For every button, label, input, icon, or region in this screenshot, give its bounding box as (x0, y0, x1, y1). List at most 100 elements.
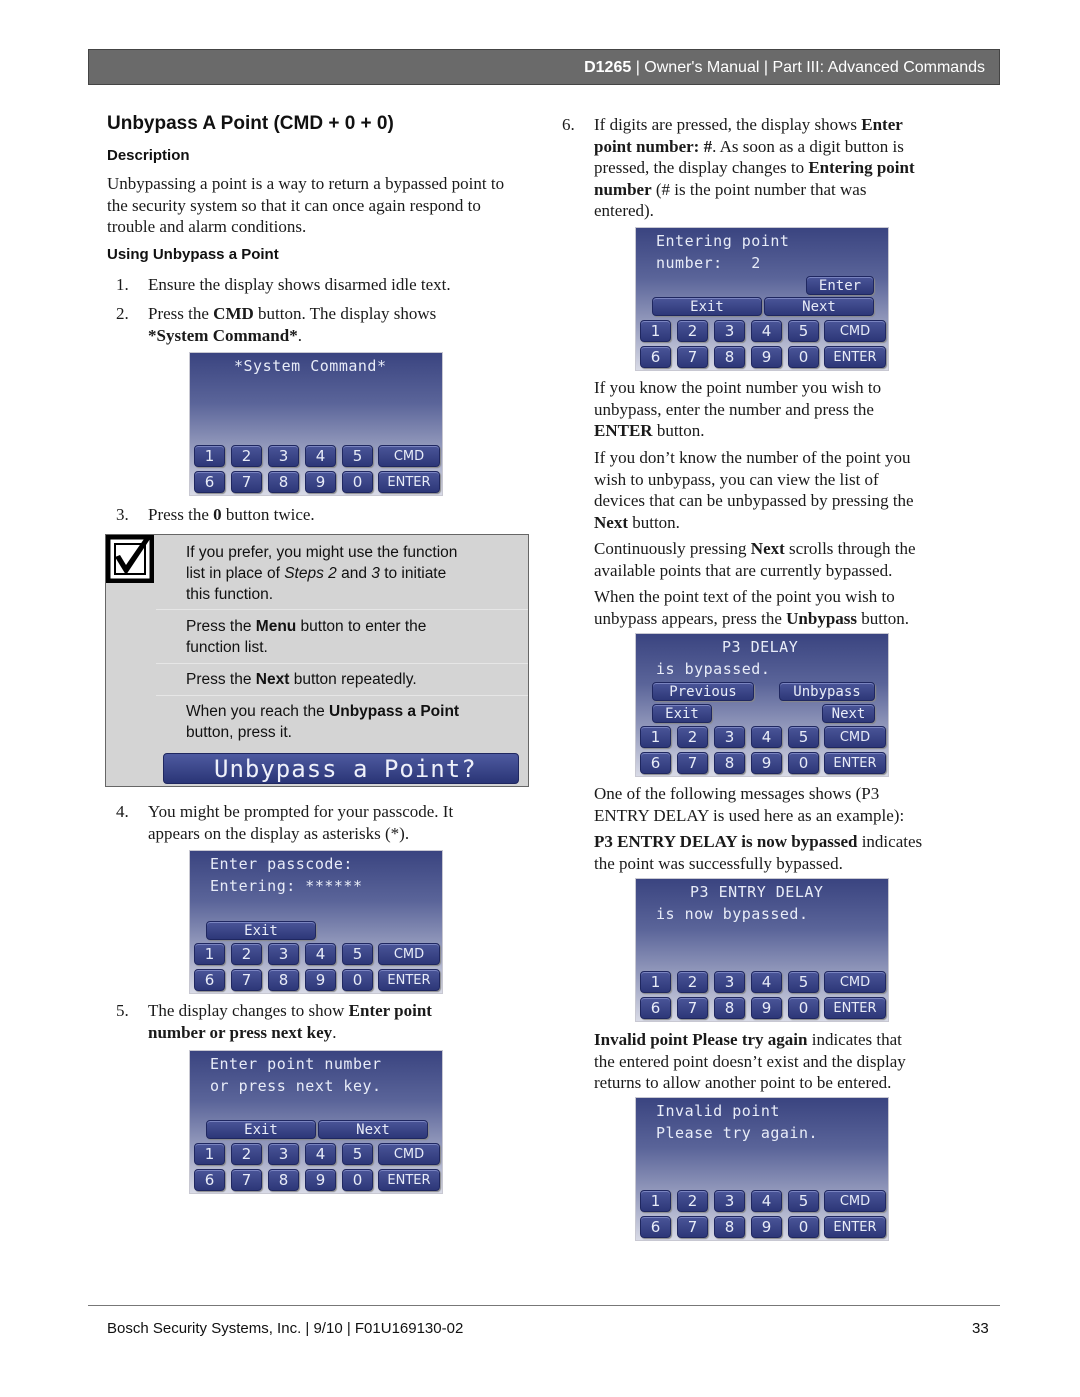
key-3[interactable]: 3 (268, 1143, 299, 1165)
key-6[interactable]: 6 (194, 471, 225, 493)
key-4[interactable]: 4 (751, 971, 782, 993)
cmd-key[interactable]: CMD (824, 1190, 886, 1212)
key-4[interactable]: 4 (751, 726, 782, 748)
enter-key[interactable]: ENTER (378, 471, 440, 493)
key-2[interactable]: 2 (231, 445, 262, 467)
text: function list. (186, 639, 268, 656)
text: . As soon as a digit button is (712, 136, 904, 156)
key-1[interactable]: 1 (640, 1190, 671, 1212)
key-9[interactable]: 9 (305, 471, 336, 493)
cmd-key[interactable]: CMD (824, 726, 886, 748)
key-6[interactable]: 6 (640, 997, 671, 1019)
text: button. (652, 421, 705, 440)
key-0[interactable]: 0 (788, 1216, 819, 1238)
previous-button[interactable]: Previous (652, 682, 754, 701)
key-3[interactable]: 3 (714, 971, 745, 993)
key-5[interactable]: 5 (342, 445, 373, 467)
key-1[interactable]: 1 (194, 1143, 225, 1165)
key-0[interactable]: 0 (788, 346, 819, 368)
enter-soft-button[interactable]: Enter (806, 276, 874, 295)
key-0[interactable]: 0 (788, 997, 819, 1019)
key-3[interactable]: 3 (714, 1190, 745, 1212)
key-2[interactable]: 2 (677, 1190, 708, 1212)
cmd-key[interactable]: CMD (378, 943, 440, 965)
key-2[interactable]: 2 (231, 943, 262, 965)
key-3[interactable]: 3 (268, 943, 299, 965)
key-1[interactable]: 1 (640, 726, 671, 748)
enter-key[interactable]: ENTER (824, 752, 886, 774)
key-0[interactable]: 0 (342, 471, 373, 493)
enter-key[interactable]: ENTER (824, 997, 886, 1019)
key-7[interactable]: 7 (677, 346, 708, 368)
cmd-key[interactable]: CMD (378, 1143, 440, 1165)
cmd-key[interactable]: CMD (378, 445, 440, 467)
key-3[interactable]: 3 (714, 320, 745, 342)
key-5[interactable]: 5 (342, 1143, 373, 1165)
key-9[interactable]: 9 (305, 1169, 336, 1191)
key-7[interactable]: 7 (231, 969, 262, 991)
key-5[interactable]: 5 (788, 971, 819, 993)
key-6[interactable]: 6 (640, 346, 671, 368)
key-3[interactable]: 3 (268, 445, 299, 467)
key-5[interactable]: 5 (788, 1190, 819, 1212)
exit-button[interactable]: Exit (206, 1120, 316, 1139)
key-5[interactable]: 5 (342, 943, 373, 965)
key-8[interactable]: 8 (714, 1216, 745, 1238)
key-9[interactable]: 9 (751, 346, 782, 368)
enter-key[interactable]: ENTER (378, 969, 440, 991)
key-1[interactable]: 1 (194, 943, 225, 965)
key-2[interactable]: 2 (677, 971, 708, 993)
key-8[interactable]: 8 (268, 969, 299, 991)
cmd-key[interactable]: CMD (824, 971, 886, 993)
enter-key[interactable]: ENTER (378, 1169, 440, 1191)
key-2[interactable]: 2 (677, 726, 708, 748)
key-6[interactable]: 6 (640, 752, 671, 774)
key-6[interactable]: 6 (194, 1169, 225, 1191)
key-1[interactable]: 1 (194, 445, 225, 467)
key-4[interactable]: 4 (305, 445, 336, 467)
exit-button[interactable]: Exit (652, 704, 712, 723)
key-8[interactable]: 8 (268, 471, 299, 493)
key-2[interactable]: 2 (677, 320, 708, 342)
next-button[interactable]: Next (822, 704, 875, 723)
key-8[interactable]: 8 (714, 997, 745, 1019)
key-6[interactable]: 6 (640, 1216, 671, 1238)
key-8[interactable]: 8 (268, 1169, 299, 1191)
exit-button[interactable]: Exit (652, 297, 762, 316)
key-5[interactable]: 5 (788, 726, 819, 748)
key-4[interactable]: 4 (305, 943, 336, 965)
key-9[interactable]: 9 (751, 997, 782, 1019)
key-0[interactable]: 0 (342, 969, 373, 991)
next-button[interactable]: Next (318, 1120, 428, 1139)
key-7[interactable]: 7 (677, 997, 708, 1019)
unbypass-a-point-button[interactable]: Unbypass a Point? (163, 753, 519, 784)
enter-key[interactable]: ENTER (824, 346, 886, 368)
key-9[interactable]: 9 (751, 1216, 782, 1238)
key-4[interactable]: 4 (751, 1190, 782, 1212)
key-4[interactable]: 4 (305, 1143, 336, 1165)
next-button[interactable]: Next (764, 297, 874, 316)
key-5[interactable]: 5 (788, 320, 819, 342)
key-3[interactable]: 3 (714, 726, 745, 748)
enter-key[interactable]: ENTER (824, 1216, 886, 1238)
key-7[interactable]: 7 (677, 1216, 708, 1238)
key-9[interactable]: 9 (751, 752, 782, 774)
key-0[interactable]: 0 (342, 1169, 373, 1191)
key-7[interactable]: 7 (231, 1169, 262, 1191)
key-9[interactable]: 9 (305, 969, 336, 991)
key-7[interactable]: 7 (231, 471, 262, 493)
key-4[interactable]: 4 (751, 320, 782, 342)
text: this function. (186, 586, 274, 603)
key-1[interactable]: 1 (640, 320, 671, 342)
key-8[interactable]: 8 (714, 752, 745, 774)
key-7[interactable]: 7 (677, 752, 708, 774)
text: indicates (857, 832, 923, 851)
key-2[interactable]: 2 (231, 1143, 262, 1165)
key-1[interactable]: 1 (640, 971, 671, 993)
key-8[interactable]: 8 (714, 346, 745, 368)
exit-button[interactable]: Exit (206, 921, 316, 940)
cmd-key[interactable]: CMD (824, 320, 886, 342)
key-6[interactable]: 6 (194, 969, 225, 991)
unbypass-button[interactable]: Unbypass (779, 682, 875, 701)
key-0[interactable]: 0 (788, 752, 819, 774)
